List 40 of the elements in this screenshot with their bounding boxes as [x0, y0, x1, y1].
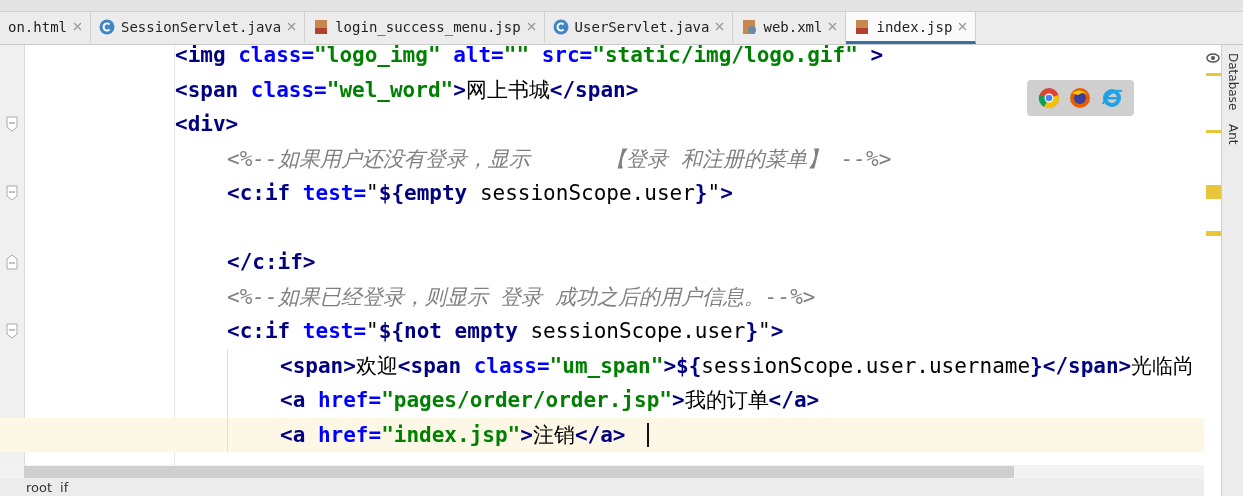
error-stripe-mark[interactable]	[1206, 185, 1221, 199]
fold-icon[interactable]	[6, 254, 18, 271]
browser-icon[interactable]	[1069, 87, 1092, 109]
code-line: <a href="pages/order/order.jsp">我的订单</a>	[280, 387, 820, 415]
tool-window-button[interactable]: Ant	[1225, 124, 1240, 145]
code-line: <span>欢迎<span class="um_span">${sessionScope.user.username}</span>光临尚	[280, 352, 1195, 380]
breadcrumb-item[interactable]: if	[60, 480, 69, 495]
text-cursor	[647, 422, 650, 447]
code-line: </c:if>	[227, 250, 316, 275]
close-icon[interactable]	[715, 22, 725, 31]
code-line: <div>	[175, 112, 239, 137]
fold-icon[interactable]	[6, 323, 18, 340]
code-line: <%--如果已经登录，则显示 登录 成功之后的用户信息。--%>	[227, 283, 816, 311]
code-line: <span class="wel_word">网上书城</span>	[175, 76, 639, 104]
class-icon	[552, 18, 569, 35]
code-line: <c:if test="${empty sessionScope.user}">	[227, 181, 733, 206]
fold-icon[interactable]	[6, 116, 18, 133]
file-icon	[313, 18, 330, 35]
code-line: <c:if test="${not empty sessionScope.user}">	[227, 319, 784, 344]
close-icon[interactable]	[287, 22, 297, 31]
class-icon	[99, 18, 115, 35]
error-stripe-mark[interactable]	[1206, 73, 1221, 76]
scrollbar-thumb[interactable]	[24, 466, 1014, 478]
code-line: <img class="logo_img" alt="" src="static/img/logo.gif" >	[175, 45, 884, 68]
browser-icon[interactable]	[1037, 87, 1060, 109]
code-line: <%--如果用户还没有登录，显示 【登录 和注册的菜单】 --%>	[227, 145, 892, 173]
breadcrumb-item[interactable]: root	[26, 480, 53, 495]
code-line: <a href="index.jsp">注销</a>	[280, 421, 626, 449]
close-icon[interactable]	[828, 22, 838, 31]
fold-icon[interactable]	[6, 185, 18, 202]
eye-icon[interactable]	[1206, 53, 1220, 63]
file-icon	[741, 18, 758, 35]
close-icon[interactable]	[958, 22, 968, 31]
editor-tab[interactable]: index.jsp	[846, 12, 977, 44]
tool-window-button[interactable]: Database	[1225, 53, 1240, 111]
close-icon[interactable]	[526, 22, 536, 31]
close-icon[interactable]	[73, 22, 82, 31]
error-stripe-mark[interactable]	[1206, 231, 1221, 236]
file-icon	[854, 18, 871, 35]
error-stripe-mark[interactable]	[1206, 130, 1221, 133]
